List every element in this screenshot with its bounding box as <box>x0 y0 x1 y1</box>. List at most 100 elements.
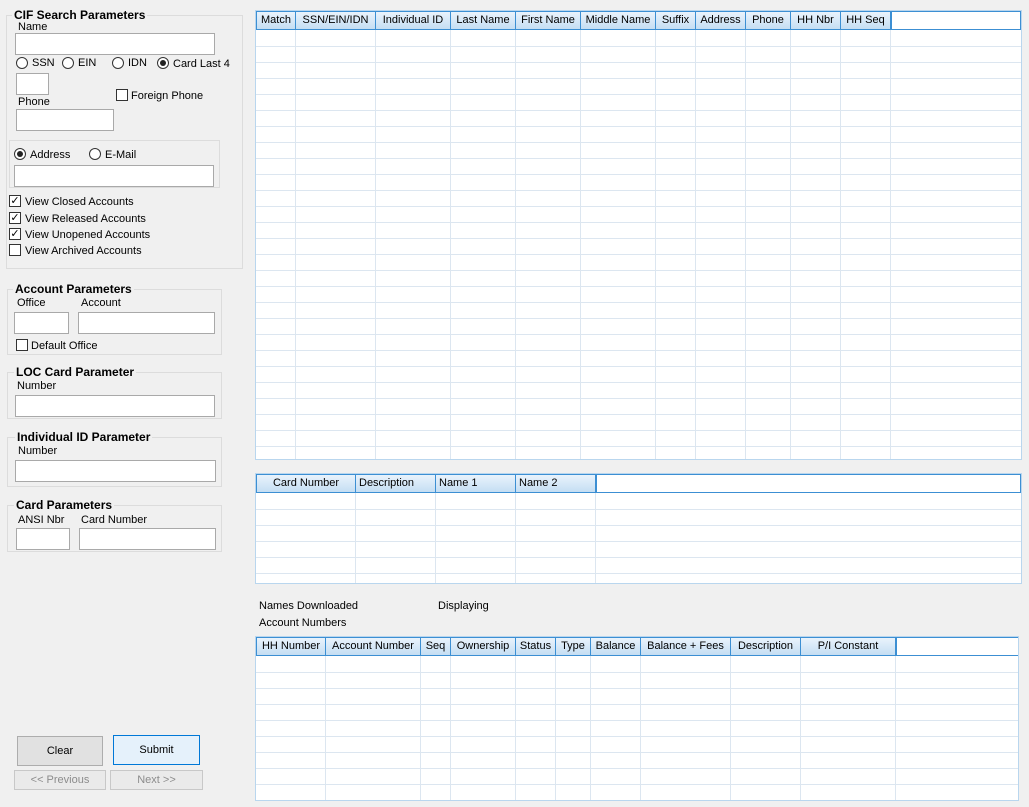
col-hh-seq[interactable]: HH Seq <box>841 11 891 30</box>
cif-results-grid[interactable]: Match SSN/EIN/IDN Individual ID Last Nam… <box>255 10 1022 460</box>
card-last4-radio[interactable] <box>157 57 169 69</box>
next-button[interactable]: Next >> <box>110 770 203 790</box>
ssn-radio[interactable] <box>16 57 28 69</box>
grid-row-line <box>256 557 1021 558</box>
ssn-ein-value-field[interactable] <box>16 73 49 95</box>
default-office-label[interactable]: Default Office <box>31 340 97 353</box>
account-params-title: Account Parameters <box>13 282 134 296</box>
col-last-name[interactable]: Last Name <box>451 11 516 30</box>
individual-id-title: Individual ID Parameter <box>15 430 153 444</box>
col-card-number[interactable]: Card Number <box>256 474 356 493</box>
grid-column-line <box>580 30 581 459</box>
col-address[interactable]: Address <box>696 11 746 30</box>
grid-row-line <box>256 286 1021 287</box>
account-field[interactable] <box>78 312 215 334</box>
account-results-grid[interactable]: HH Number Account Number Seq Ownership S… <box>255 636 1019 801</box>
loc-number-field[interactable] <box>15 395 215 417</box>
name-field[interactable] <box>15 33 215 55</box>
view-released-accounts-label[interactable]: View Released Accounts <box>25 213 146 226</box>
grid-column-line <box>450 30 451 459</box>
grid-column-line <box>895 656 896 800</box>
col-seq[interactable]: Seq <box>421 637 451 656</box>
grid-row-line <box>256 78 1021 79</box>
submit-button[interactable]: Submit <box>113 735 200 765</box>
col-first-name[interactable]: First Name <box>516 11 581 30</box>
grid2-header-filler <box>596 474 1021 493</box>
col-hh-nbr[interactable]: HH Nbr <box>791 11 841 30</box>
view-released-accounts-checkbox[interactable]: ✓ <box>9 212 21 224</box>
address-radio[interactable] <box>14 148 26 160</box>
idn-radio-label[interactable]: IDN <box>128 57 147 70</box>
view-closed-accounts-label[interactable]: View Closed Accounts <box>25 196 134 209</box>
col-individual-id[interactable]: Individual ID <box>376 11 451 30</box>
ein-radio-label[interactable]: EIN <box>78 57 96 70</box>
email-radio-label[interactable]: E-Mail <box>105 149 136 162</box>
loc-card-title: LOC Card Parameter <box>14 365 137 379</box>
grid-column-line <box>325 656 326 800</box>
address-field[interactable] <box>14 165 214 187</box>
card-number-field[interactable] <box>79 528 216 550</box>
col-hh-number[interactable]: HH Number <box>256 637 326 656</box>
grid-row-line <box>256 366 1021 367</box>
grid-row-line <box>256 350 1021 351</box>
col-balance[interactable]: Balance <box>591 637 641 656</box>
default-office-checkbox[interactable] <box>16 339 28 351</box>
office-field[interactable] <box>14 312 69 334</box>
grid-column-line <box>595 493 596 583</box>
col-suffix[interactable]: Suffix <box>656 11 696 30</box>
clear-button[interactable]: Clear <box>17 736 103 766</box>
grid-row-line <box>256 720 1018 721</box>
idn-radio[interactable] <box>112 57 124 69</box>
grid-row-line <box>256 446 1021 447</box>
ssn-radio-label[interactable]: SSN <box>32 57 55 70</box>
grid-column-line <box>515 30 516 459</box>
foreign-phone-label[interactable]: Foreign Phone <box>131 90 203 103</box>
col-balance-fees[interactable]: Balance + Fees <box>641 637 731 656</box>
col-ownership[interactable]: Ownership <box>451 637 516 656</box>
col-pi-constant[interactable]: P/I Constant <box>801 637 896 656</box>
grid-column-line <box>730 656 731 800</box>
col-type[interactable]: Type <box>556 637 591 656</box>
view-unopened-accounts-label[interactable]: View Unopened Accounts <box>25 229 150 242</box>
col-name-1[interactable]: Name 1 <box>436 474 516 493</box>
grid-row-line <box>256 318 1021 319</box>
card-last4-radio-label[interactable]: Card Last 4 <box>173 58 230 71</box>
grid-row-line <box>256 270 1021 271</box>
col-phone[interactable]: Phone <box>746 11 791 30</box>
address-radio-label[interactable]: Address <box>30 149 70 162</box>
grid-column-line <box>890 30 891 459</box>
col-name-2[interactable]: Name 2 <box>516 474 596 493</box>
grid-column-line <box>355 493 356 583</box>
grid-row-line <box>256 509 1021 510</box>
email-radio[interactable] <box>89 148 101 160</box>
grid-row-line <box>256 62 1021 63</box>
grid-row-line <box>256 46 1021 47</box>
grid-row-line <box>256 158 1021 159</box>
account-numbers-label: Account Numbers <box>259 617 347 629</box>
col-middle-name[interactable]: Middle Name <box>581 11 656 30</box>
grid3-header-filler <box>896 637 1018 656</box>
grid-row-line <box>256 222 1021 223</box>
grid-row-line <box>256 302 1021 303</box>
view-unopened-accounts-checkbox[interactable]: ✓ <box>9 228 21 240</box>
grid-column-line <box>515 493 516 583</box>
col-account-description[interactable]: Description <box>731 637 801 656</box>
previous-button[interactable]: << Previous <box>14 770 106 790</box>
col-status[interactable]: Status <box>516 637 556 656</box>
card-results-grid[interactable]: Card Number Description Name 1 Name 2 <box>255 473 1022 584</box>
col-match[interactable]: Match <box>256 11 296 30</box>
grid-column-line <box>655 30 656 459</box>
ansi-nbr-field[interactable] <box>16 528 70 550</box>
individual-number-field[interactable] <box>15 460 216 482</box>
view-closed-accounts-checkbox[interactable]: ✓ <box>9 195 21 207</box>
account-label: Account <box>81 297 121 309</box>
phone-field[interactable] <box>16 109 114 131</box>
ein-radio[interactable] <box>62 57 74 69</box>
col-ssn-ein-idn[interactable]: SSN/EIN/IDN <box>296 11 376 30</box>
grid-row-line <box>256 573 1021 574</box>
col-account-number[interactable]: Account Number <box>326 637 421 656</box>
col-description[interactable]: Description <box>356 474 436 493</box>
view-archived-accounts-checkbox[interactable] <box>9 244 21 256</box>
view-archived-accounts-label[interactable]: View Archived Accounts <box>25 245 142 258</box>
foreign-phone-checkbox[interactable] <box>116 89 128 101</box>
